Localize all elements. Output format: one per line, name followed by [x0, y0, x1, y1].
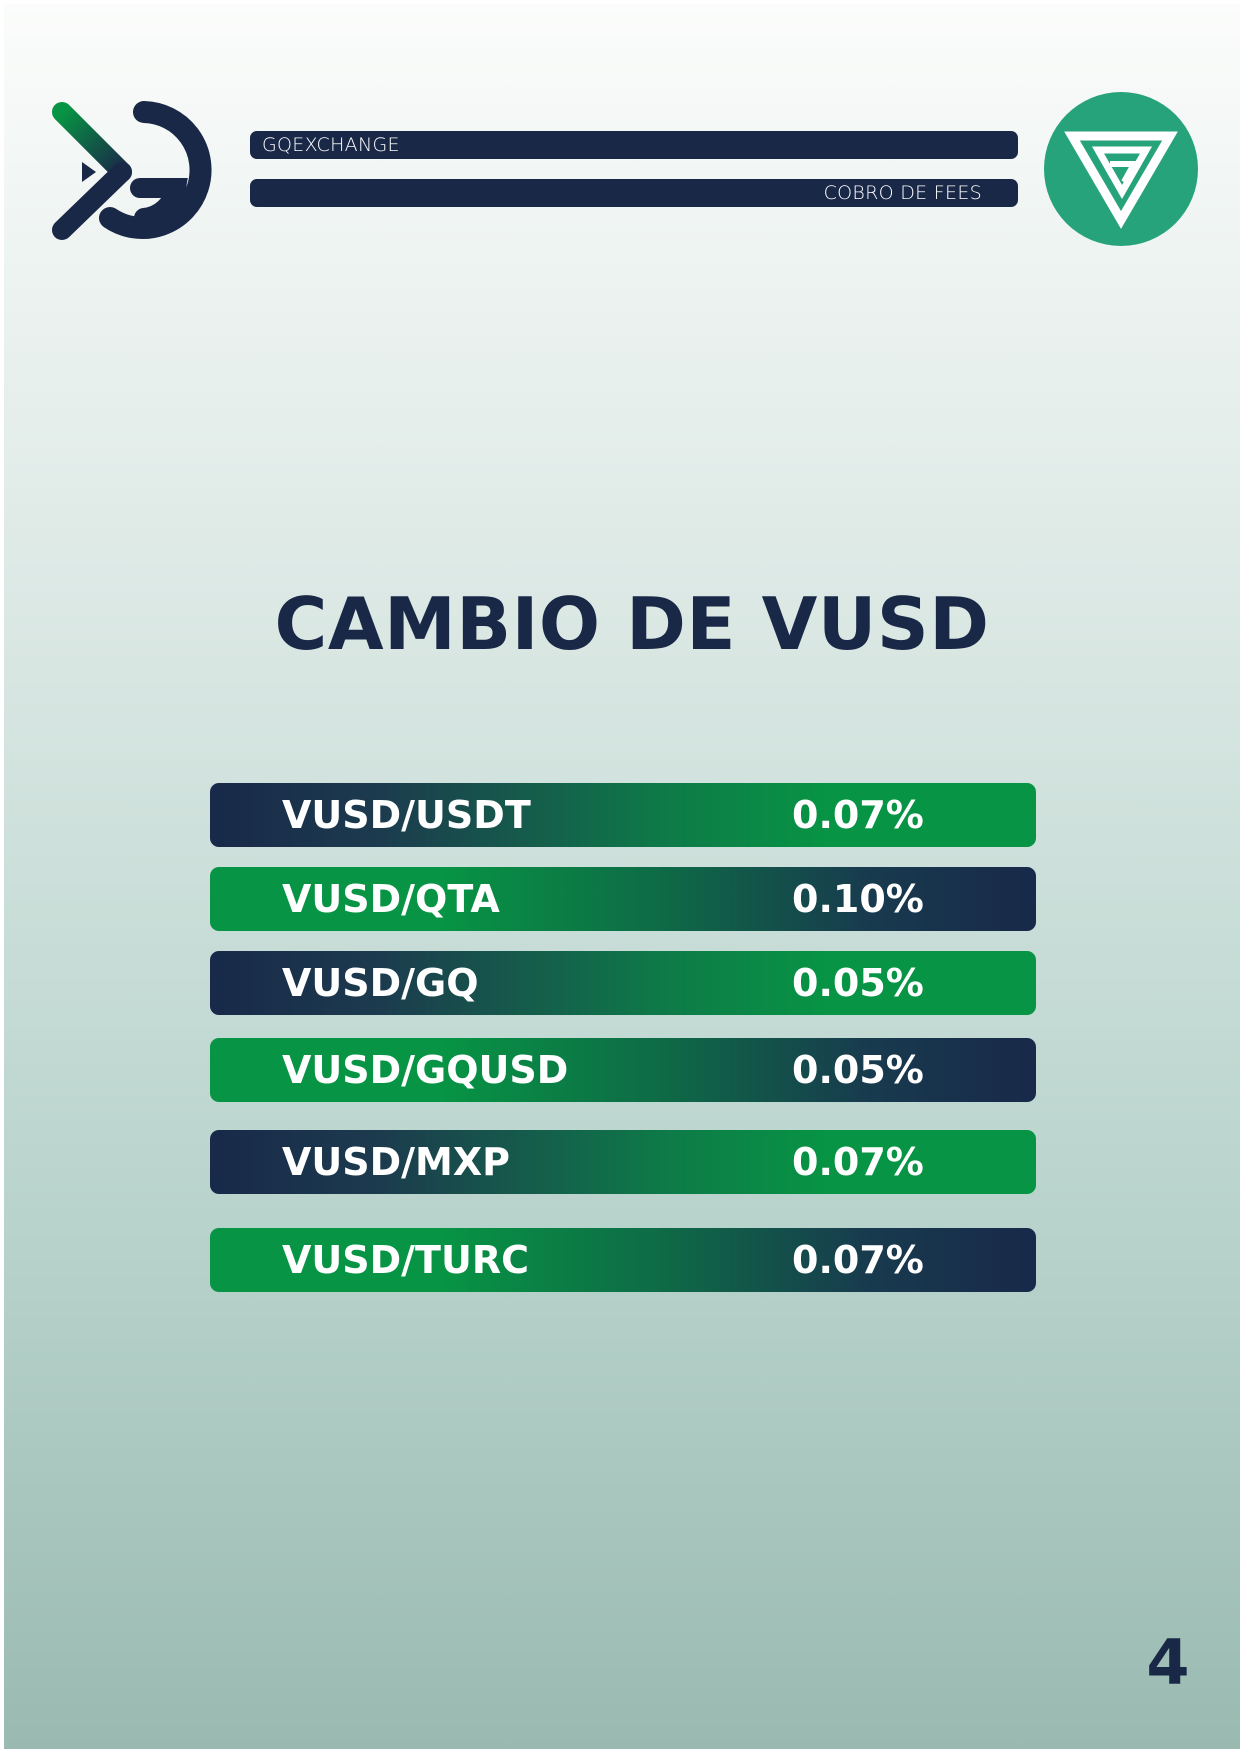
fee-value: 0.07%	[792, 1140, 924, 1184]
v-triangle-logo-icon	[1044, 92, 1198, 246]
fee-row-mxp: VUSD/MXP 0.07%	[210, 1130, 1036, 1194]
fee-value: 0.10%	[792, 877, 924, 921]
fee-table: VUSD/USDT 0.07% VUSD/QTA 0.10% VUSD/GQ 0…	[210, 4, 1036, 1749]
page-number: 4	[1146, 1626, 1190, 1699]
document-page: GQEXCHANGE COBRO DE FEES CAMBIO DE VUSD …	[4, 4, 1240, 1749]
fee-value: 0.07%	[792, 1238, 924, 1282]
pair-label: VUSD/USDT	[282, 793, 531, 837]
pair-label: VUSD/MXP	[282, 1140, 511, 1184]
pair-label: VUSD/TURC	[282, 1238, 529, 1282]
fee-value: 0.07%	[792, 793, 924, 837]
fee-value: 0.05%	[792, 1048, 924, 1092]
fee-row-gq: VUSD/GQ 0.05%	[210, 951, 1036, 1015]
fee-row-gqusd: VUSD/GQUSD 0.05%	[210, 1038, 1036, 1102]
fee-row-qta: VUSD/QTA 0.10%	[210, 867, 1036, 931]
fee-value: 0.05%	[792, 961, 924, 1005]
fee-row-usdt: VUSD/USDT 0.07%	[210, 783, 1036, 847]
pair-label: VUSD/QTA	[282, 877, 500, 921]
pair-label: VUSD/GQUSD	[282, 1048, 569, 1092]
gq-logo-icon	[52, 101, 212, 240]
pair-label: VUSD/GQ	[282, 961, 479, 1005]
fee-row-turc: VUSD/TURC 0.07%	[210, 1228, 1036, 1292]
